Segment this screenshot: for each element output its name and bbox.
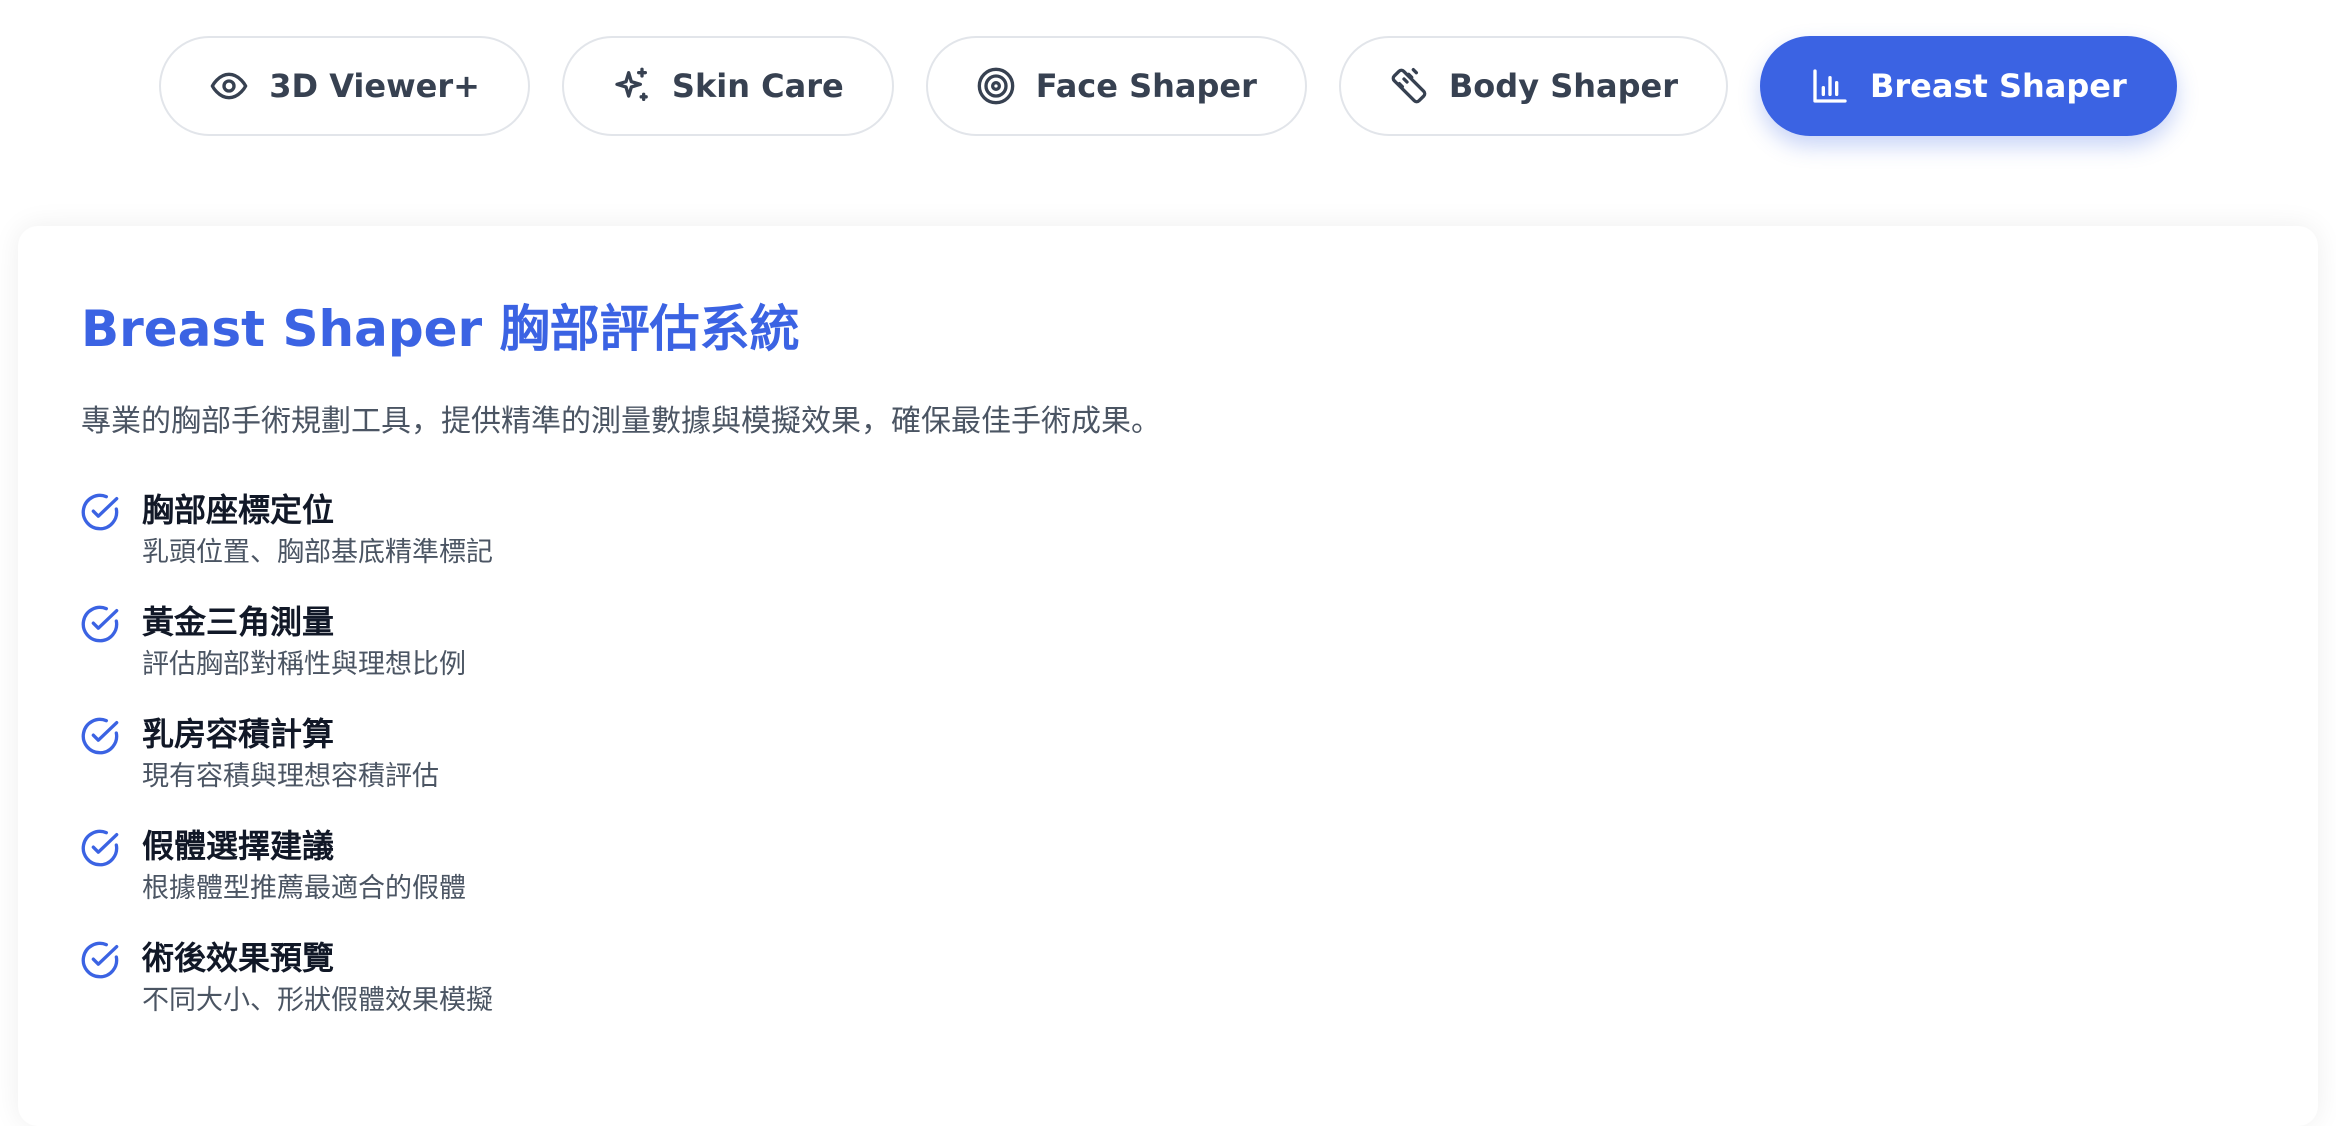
feature-title: 胸部座標定位 — [142, 491, 335, 529]
check-circle-icon — [80, 940, 120, 980]
tab-label: Breast Shaper — [1870, 67, 2127, 105]
tab-skin-care[interactable]: Skin Care — [561, 36, 894, 136]
tab-body-shaper[interactable]: Body Shaper — [1338, 36, 1728, 136]
sparkles-icon — [612, 66, 652, 106]
feature-subtitle: 根據體型推薦最適合的假體 — [142, 873, 466, 904]
feature-item: 假體選擇建議 根據體型推薦最適合的假體 — [80, 824, 493, 936]
check-circle-icon — [80, 604, 120, 644]
tab-label: Face Shaper — [1035, 67, 1257, 105]
check-circle-icon — [80, 492, 120, 532]
check-circle-icon — [80, 828, 120, 868]
feature-title: 術後效果預覽 — [142, 939, 335, 977]
ruler-icon — [1389, 66, 1429, 106]
breast-shaper-panel: Breast Shaper 胸部評估系統 專業的胸部手術規劃工具，提供精準的測量… — [18, 226, 2318, 1126]
feature-subtitle: 不同大小、形狀假體效果模擬 — [142, 985, 493, 1016]
panel-title: Breast Shaper 胸部評估系統 — [81, 300, 800, 358]
tab-label: 3D Viewer+ — [269, 67, 480, 105]
check-circle-icon — [80, 716, 120, 756]
feature-item: 胸部座標定位 乳頭位置、胸部基底精準標記 — [80, 488, 493, 600]
feature-title: 黃金三角測量 — [142, 603, 335, 641]
feature-subtitle: 現有容積與理想容積評估 — [142, 761, 439, 792]
tab-label: Body Shaper — [1448, 67, 1678, 105]
feature-item: 黃金三角測量 評估胸部對稱性與理想比例 — [80, 600, 493, 712]
feature-tabs: 3D Viewer+ Skin Care Face Shaper Body Sh… — [0, 36, 2336, 136]
panel-description: 專業的胸部手術規劃工具，提供精準的測量數據與模擬效果，確保最佳手術成果。 — [81, 404, 1161, 439]
tab-label: Skin Care — [671, 67, 844, 105]
target-icon — [976, 66, 1016, 106]
feature-subtitle: 評估胸部對稱性與理想比例 — [142, 649, 466, 680]
feature-title: 假體選擇建議 — [142, 827, 335, 865]
feature-item: 術後效果預覽 不同大小、形狀假體效果模擬 — [80, 936, 493, 1048]
feature-list: 胸部座標定位 乳頭位置、胸部基底精準標記 黃金三角測量 評估胸部對稱性與理想比例… — [80, 488, 493, 1048]
bar-chart-icon — [1810, 66, 1850, 106]
eye-icon — [209, 66, 249, 106]
feature-item: 乳房容積計算 現有容積與理想容積評估 — [80, 712, 493, 824]
tab-breast-shaper[interactable]: Breast Shaper — [1760, 36, 2177, 136]
feature-subtitle: 乳頭位置、胸部基底精準標記 — [142, 537, 493, 568]
feature-title: 乳房容積計算 — [142, 715, 335, 753]
tab-face-shaper[interactable]: Face Shaper — [925, 36, 1307, 136]
tab-3d-viewer[interactable]: 3D Viewer+ — [159, 36, 530, 136]
